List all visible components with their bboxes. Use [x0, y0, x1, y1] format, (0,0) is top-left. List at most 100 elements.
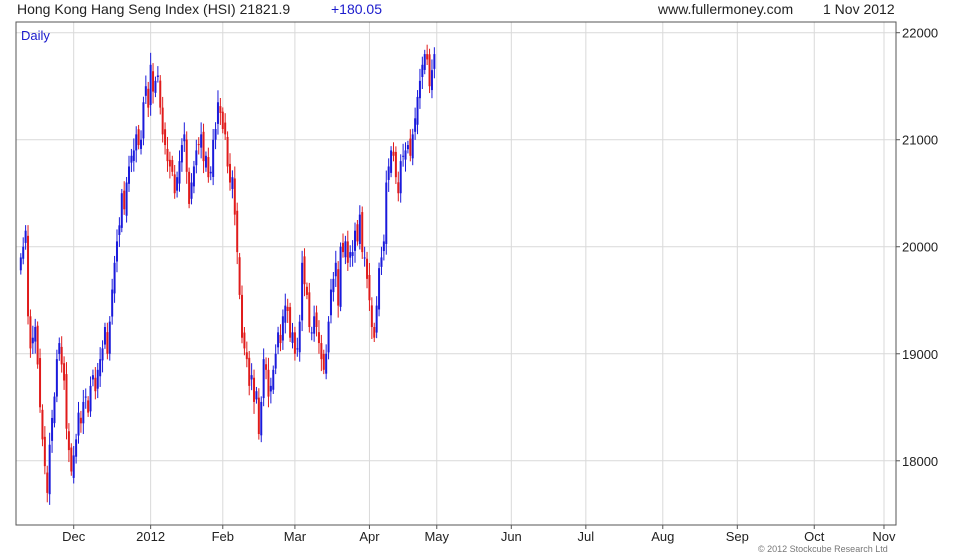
candle — [130, 148, 133, 173]
candle — [96, 362, 99, 399]
candle-body — [70, 447, 73, 472]
candle — [72, 446, 75, 484]
y-tick-label: 22000 — [902, 26, 938, 41]
period-label: Daily — [21, 28, 50, 43]
candle-body — [111, 289, 114, 317]
candle-body — [87, 400, 90, 413]
candle-body — [63, 363, 66, 381]
candle — [149, 52, 152, 116]
candle-body — [195, 150, 198, 166]
candle-body — [428, 54, 431, 87]
candle — [111, 278, 114, 325]
candle — [241, 285, 244, 344]
candle-body — [176, 177, 179, 191]
candle-body — [188, 171, 191, 204]
candle — [164, 122, 167, 155]
candle-body — [142, 102, 145, 139]
candle — [257, 388, 260, 440]
candle-body — [233, 178, 236, 215]
candle-body — [301, 262, 304, 321]
candle — [221, 107, 224, 134]
candle-body — [197, 144, 200, 146]
candle — [36, 321, 39, 369]
candle-body — [430, 70, 433, 91]
candle — [178, 150, 181, 192]
candle-body — [257, 397, 260, 435]
candle-body — [130, 155, 133, 163]
candle — [303, 248, 306, 297]
candle — [166, 136, 169, 172]
candle — [34, 318, 37, 354]
candle-body — [43, 436, 46, 467]
candle — [406, 140, 409, 154]
candle-body — [426, 54, 429, 60]
candle-body — [96, 369, 99, 389]
candle — [188, 167, 191, 209]
candle — [209, 166, 212, 181]
candle — [144, 75, 147, 104]
candle-body — [390, 150, 393, 173]
candle — [195, 139, 198, 174]
candle — [84, 388, 87, 409]
copyright-notice: © 2012 Stockcube Research Ltd — [758, 544, 888, 554]
candle-body — [77, 412, 80, 436]
candle-body — [171, 160, 174, 172]
candle — [373, 322, 376, 342]
x-tick-label: Oct — [804, 529, 825, 544]
candle-body — [39, 358, 42, 408]
candle — [416, 90, 419, 135]
candle — [82, 389, 85, 435]
candle-body — [228, 163, 231, 183]
candle-body — [58, 343, 61, 354]
candle — [180, 138, 183, 172]
candle — [291, 322, 294, 349]
candle-body — [209, 171, 212, 174]
candle — [159, 75, 162, 115]
candle-body — [351, 252, 354, 256]
candle-body — [214, 129, 217, 140]
candle-body — [409, 138, 412, 156]
candle — [363, 246, 366, 267]
candle — [329, 278, 332, 324]
candle-body — [41, 409, 44, 440]
candle-body — [31, 337, 34, 344]
candle — [75, 433, 78, 464]
candle-body — [36, 325, 39, 365]
candle-body — [397, 182, 400, 194]
candle-body — [89, 385, 92, 412]
candle-body — [279, 334, 282, 344]
candle-body — [166, 148, 169, 162]
candle — [269, 377, 272, 404]
candle — [171, 155, 174, 177]
candle — [423, 49, 426, 75]
candle — [260, 396, 263, 443]
candle — [402, 143, 405, 167]
candle — [404, 142, 407, 172]
candle — [154, 76, 157, 98]
candle-body — [267, 369, 270, 397]
candle-body — [149, 64, 152, 106]
candle — [243, 327, 246, 356]
candle — [67, 423, 70, 463]
candle — [128, 155, 131, 192]
candle — [409, 129, 412, 162]
candle — [115, 229, 118, 273]
candle-body — [341, 242, 344, 253]
candle — [339, 242, 342, 312]
candle-body — [248, 357, 251, 386]
candle — [286, 298, 289, 323]
candle — [204, 151, 207, 172]
candle — [43, 426, 46, 475]
candle-body — [180, 145, 183, 163]
candle-body — [204, 155, 207, 168]
candle-body — [178, 161, 181, 184]
candle — [399, 154, 402, 203]
candle-body — [332, 278, 335, 293]
candle — [351, 240, 354, 267]
candle-body — [255, 391, 258, 400]
candle — [310, 326, 313, 341]
candle-body — [337, 269, 340, 306]
y-tick-label: 21000 — [902, 133, 938, 148]
candle — [358, 205, 361, 250]
x-tick-label: Apr — [359, 529, 380, 544]
